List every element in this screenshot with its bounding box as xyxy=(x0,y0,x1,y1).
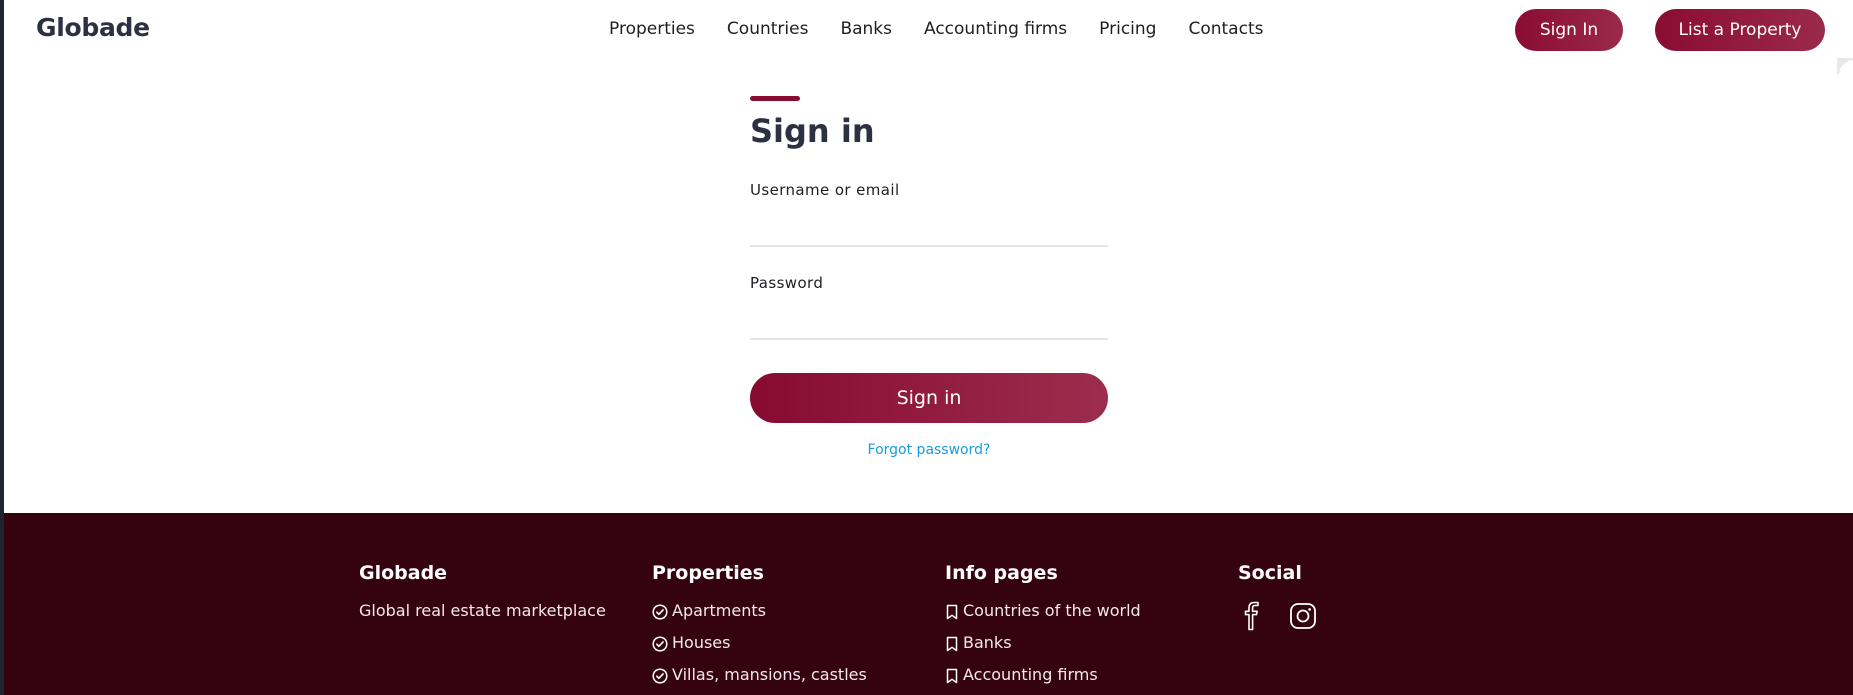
footer-link-label: Villas, mansions, castles xyxy=(672,665,867,684)
username-input[interactable] xyxy=(750,209,1108,247)
password-input[interactable] xyxy=(750,302,1108,340)
check-circle-icon xyxy=(652,668,668,684)
header-sign-in-button[interactable]: Sign In xyxy=(1515,9,1623,51)
footer-info-title: Info pages xyxy=(945,562,1058,584)
nav-countries[interactable]: Countries xyxy=(727,19,809,39)
facebook-icon[interactable] xyxy=(1238,601,1266,631)
footer-link-label: Countries of the world xyxy=(963,601,1141,620)
footer-link-label: Apartments xyxy=(672,601,766,620)
footer-info-pages: Info pages Countries of the world Banks … xyxy=(945,562,1141,695)
bookmark-icon xyxy=(946,604,958,620)
footer-tagline: Global real estate marketplace xyxy=(359,601,606,620)
footer-social: Social xyxy=(1238,562,1318,631)
site-footer: Globade Global real estate marketplace P… xyxy=(4,513,1853,695)
bookmark-icon xyxy=(946,668,958,684)
footer-properties: Properties Apartments Houses Villas, man… xyxy=(652,562,867,695)
nav-contacts[interactable]: Contacts xyxy=(1188,19,1263,39)
nav-accounting-firms[interactable]: Accounting firms xyxy=(924,19,1067,39)
footer-properties-title: Properties xyxy=(652,562,764,584)
scroll-corner xyxy=(1837,58,1853,74)
footer-link-label: Accounting firms xyxy=(963,665,1098,684)
nav-properties[interactable]: Properties xyxy=(609,19,695,39)
footer-link-banks[interactable]: Banks xyxy=(945,633,1141,665)
check-circle-icon xyxy=(652,636,668,652)
footer-brand: Globade Global real estate marketplace xyxy=(359,562,606,620)
username-label: Username or email xyxy=(750,181,900,199)
footer-link-villas[interactable]: Villas, mansions, castles xyxy=(652,665,867,695)
main-nav: Properties Countries Banks Accounting fi… xyxy=(609,19,1263,39)
title-accent-bar xyxy=(750,96,800,101)
site-logo[interactable]: Globade xyxy=(36,13,150,42)
check-circle-icon xyxy=(652,604,668,620)
forgot-password-link[interactable]: Forgot password? xyxy=(750,442,1108,458)
list-property-button[interactable]: List a Property xyxy=(1655,9,1825,51)
footer-link-houses[interactable]: Houses xyxy=(652,633,867,665)
footer-link-label: Houses xyxy=(672,633,731,652)
page-title: Sign in xyxy=(750,112,875,150)
nav-pricing[interactable]: Pricing xyxy=(1099,19,1156,39)
site-header: Globade Properties Countries Banks Accou… xyxy=(4,0,1853,60)
footer-link-label: Banks xyxy=(963,633,1012,652)
footer-link-accounting-firms[interactable]: Accounting firms xyxy=(945,665,1141,695)
nav-banks[interactable]: Banks xyxy=(840,19,892,39)
footer-link-apartments[interactable]: Apartments xyxy=(652,601,867,633)
sign-in-submit-button[interactable]: Sign in xyxy=(750,373,1108,423)
instagram-icon[interactable] xyxy=(1288,601,1318,631)
footer-brand-title: Globade xyxy=(359,562,448,584)
bookmark-icon xyxy=(946,636,958,652)
footer-link-countries[interactable]: Countries of the world xyxy=(945,601,1141,633)
footer-social-title: Social xyxy=(1238,562,1302,584)
password-label: Password xyxy=(750,274,824,292)
